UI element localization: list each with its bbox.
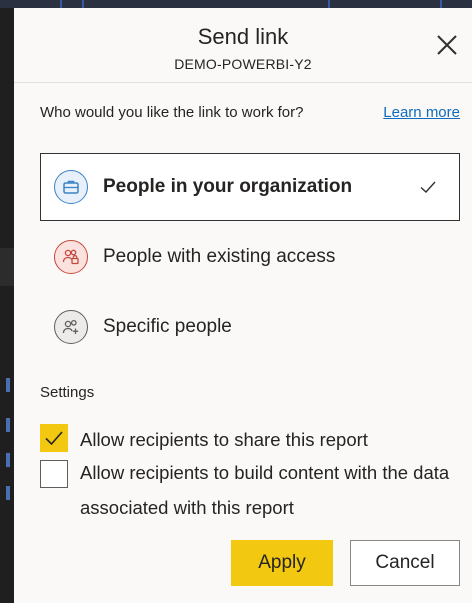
send-link-dialog: Send link DEMO-POWERBI-Y2 Who would you … [14, 8, 472, 603]
background-marker [6, 453, 10, 467]
close-icon [437, 35, 457, 55]
report-name: DEMO-POWERBI-Y2 [174, 56, 312, 72]
people-add-icon [54, 310, 88, 344]
audience-options: People in your organization People with … [40, 153, 460, 363]
background-marker [6, 378, 10, 392]
option-people-with-existing-access[interactable]: People with existing access [40, 223, 460, 291]
apply-button[interactable]: Apply [231, 540, 333, 586]
allow-build-checkbox[interactable] [40, 460, 68, 488]
allow-share-setting: Allow recipients to share this report [40, 424, 460, 458]
background-marker [6, 486, 10, 500]
checkmark-icon [45, 431, 63, 446]
audience-question-row: Who would you like the link to work for?… [40, 104, 460, 124]
background-app-header [0, 0, 472, 8]
background-grid-line [82, 0, 84, 8]
checkmark-icon [420, 181, 436, 193]
cancel-button[interactable]: Cancel [350, 540, 460, 586]
background-grid-line [440, 0, 442, 8]
option-label: People with existing access [103, 246, 336, 267]
background-grid-line [60, 0, 62, 8]
allow-build-setting: Allow recipients to build content with t… [40, 460, 460, 530]
background-band [0, 248, 14, 286]
option-label: Specific people [103, 316, 232, 337]
dialog-title: Send link [197, 24, 289, 49]
learn-more-link[interactable]: Learn more [383, 104, 460, 121]
background-marker [6, 418, 10, 432]
background-app-sidebar [0, 8, 14, 603]
dialog-header: Send link DEMO-POWERBI-Y2 [14, 8, 472, 83]
option-label: People in your organization [103, 176, 353, 197]
briefcase-icon [54, 170, 88, 204]
close-button[interactable] [434, 32, 460, 58]
allow-build-label: Allow recipients to build content with t… [80, 462, 450, 518]
settings-heading: Settings [40, 384, 95, 401]
background-grid-line [328, 0, 330, 8]
allow-share-checkbox[interactable] [40, 424, 68, 452]
allow-share-label: Allow recipients to share this report [80, 429, 368, 450]
option-people-in-organization[interactable]: People in your organization [40, 153, 460, 221]
option-specific-people[interactable]: Specific people [40, 293, 460, 361]
audience-question: Who would you like the link to work for? [40, 104, 304, 121]
people-lock-icon [54, 240, 88, 274]
